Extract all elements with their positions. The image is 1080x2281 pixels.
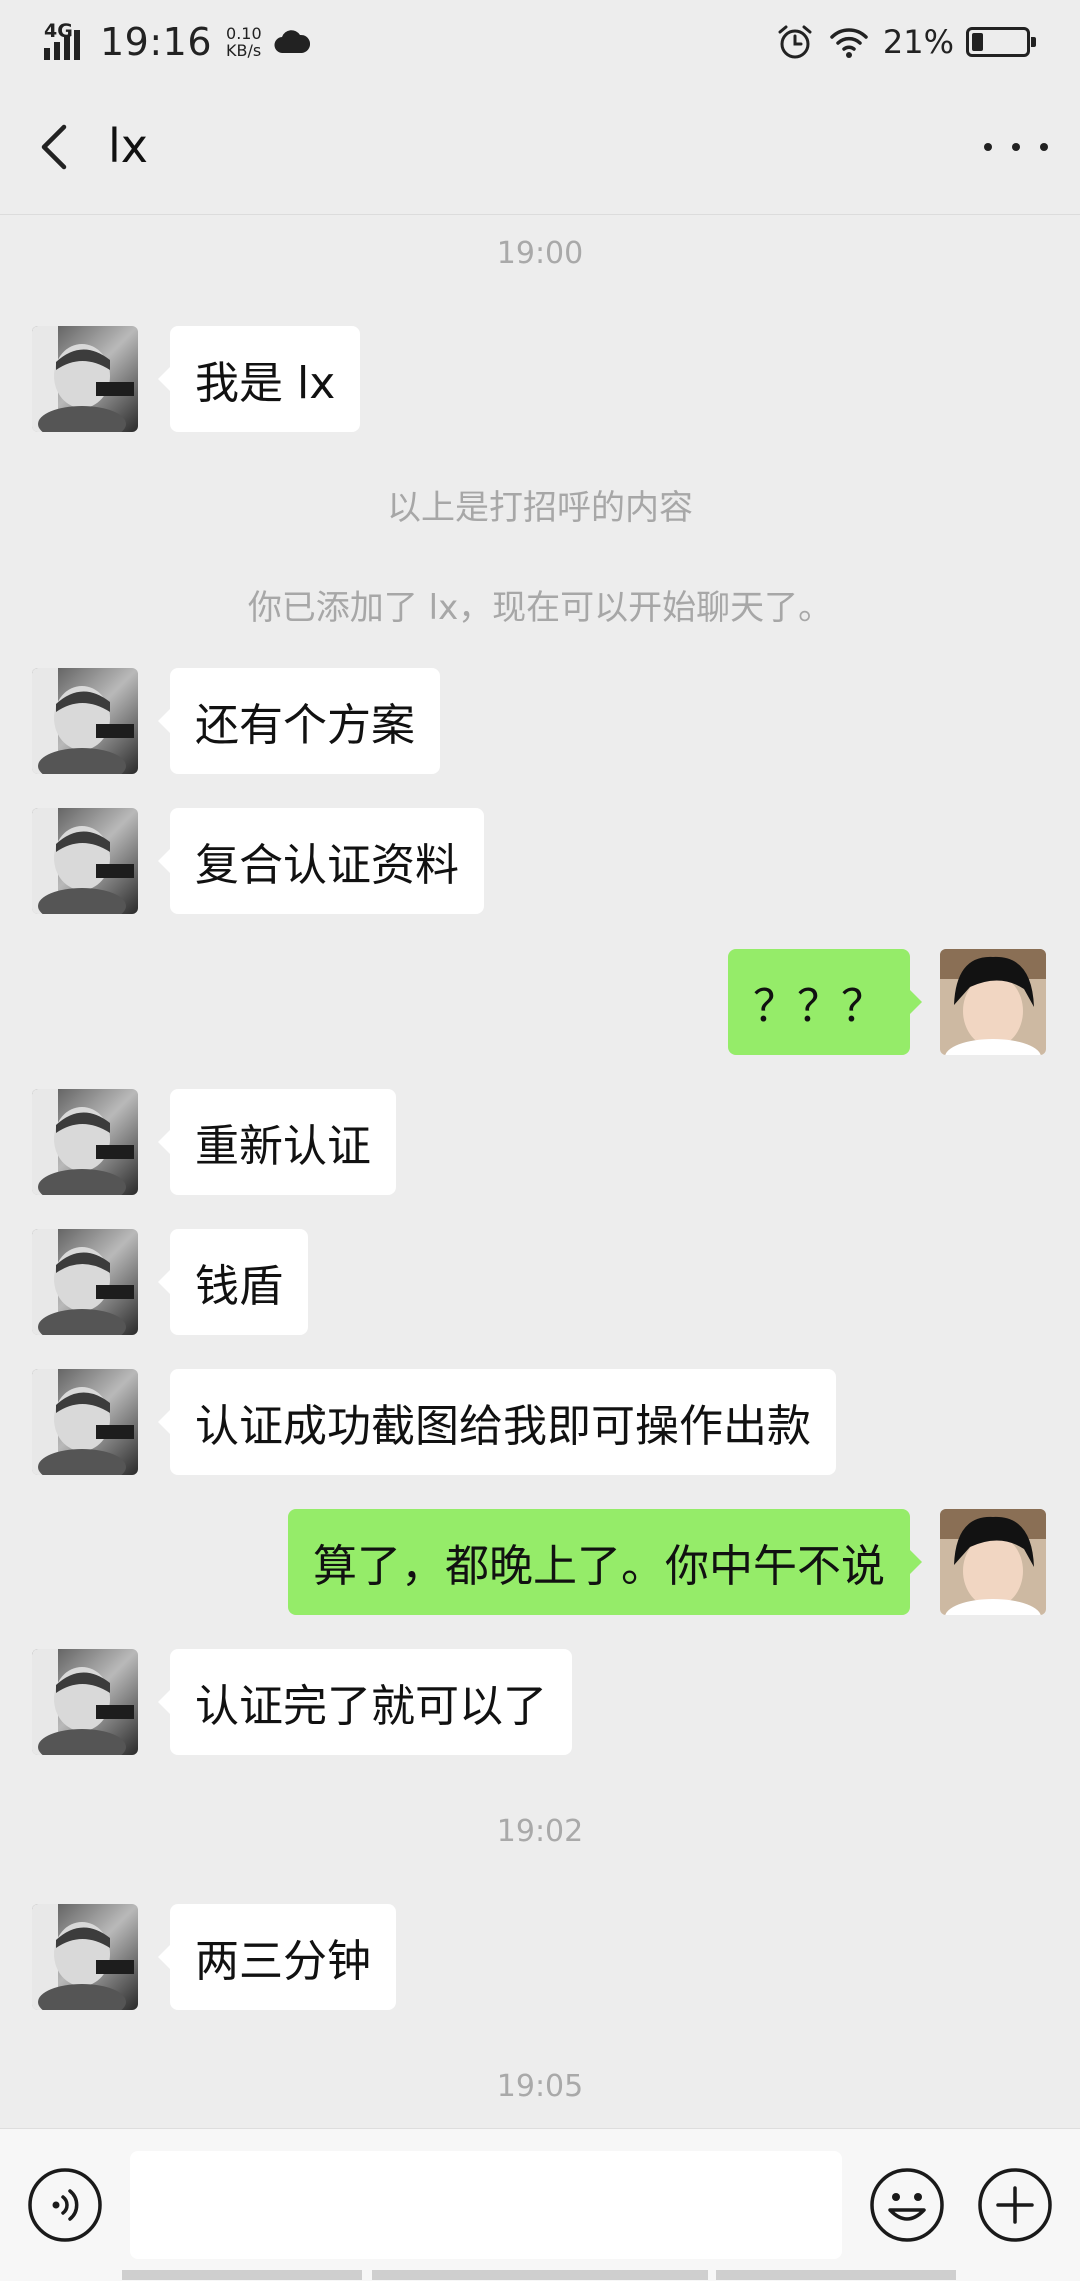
chat-title: lx [108,119,149,173]
nav-bar-segment [372,2270,708,2280]
battery-percent: 21% [882,23,954,61]
network-speed: 0.10 KB/s [226,24,262,60]
timestamp: 19:02 [496,1814,584,1849]
message-bubble-incoming[interactable]: 两三分钟 [158,1904,396,2010]
timestamp: 19:05 [496,2069,584,2104]
contact-avatar[interactable] [32,1649,138,1755]
clock: 19:16 [100,20,213,64]
signal-icon: 4G [44,22,88,62]
message-bubble-incoming[interactable]: 认证成功截图给我即可操作出款 [158,1369,836,1475]
message-input[interactable] [130,2151,842,2259]
contact-avatar[interactable] [32,808,138,914]
message-bubble-incoming[interactable]: 钱盾 [158,1229,308,1335]
battery-icon [966,27,1036,57]
chat-header: lx [0,80,1080,215]
system-message: 以上是打招呼的内容 [387,488,693,528]
message-bubble-incoming[interactable]: 重新认证 [158,1089,396,1195]
plus-icon[interactable] [976,2166,1054,2244]
wifi-icon [830,28,868,58]
status-bar: 4G 19:16 0.10 KB/s 21% [0,0,1080,80]
nav-bar-segment [122,2270,362,2280]
input-bar [0,2128,1080,2281]
contact-avatar[interactable] [32,1089,138,1195]
contact-avatar[interactable] [32,326,138,432]
voice-icon[interactable] [26,2166,104,2244]
emoji-icon[interactable] [868,2166,946,2244]
timestamp: 19:00 [496,236,584,271]
message-bubble-incoming[interactable]: 我是 lx [157,326,361,432]
nav-bar-segment [716,2270,956,2280]
more-options-icon[interactable] [984,127,1048,167]
contact-avatar[interactable] [32,1904,138,2010]
message-bubble-incoming[interactable]: 认证完了就可以了 [158,1649,572,1755]
system-message: 你已添加了 lx，现在可以开始聊天了。 [247,588,833,628]
alarm-icon [778,25,812,59]
message-bubble-incoming[interactable]: 复合认证资料 [158,808,484,914]
contact-avatar[interactable] [32,668,138,774]
cloud-icon [274,30,310,54]
message-bubble-outgoing[interactable]: 算了，都晚上了。你中午不说 [288,1509,922,1615]
message-bubble-incoming[interactable]: 还有个方案 [158,668,440,774]
message-bubble-outgoing[interactable]: ？？？ [728,949,922,1055]
back-icon[interactable] [30,117,74,177]
contact-avatar[interactable] [32,1229,138,1335]
contact-avatar[interactable] [32,1369,138,1475]
user-avatar[interactable] [940,949,1046,1055]
user-avatar[interactable] [940,1509,1046,1615]
